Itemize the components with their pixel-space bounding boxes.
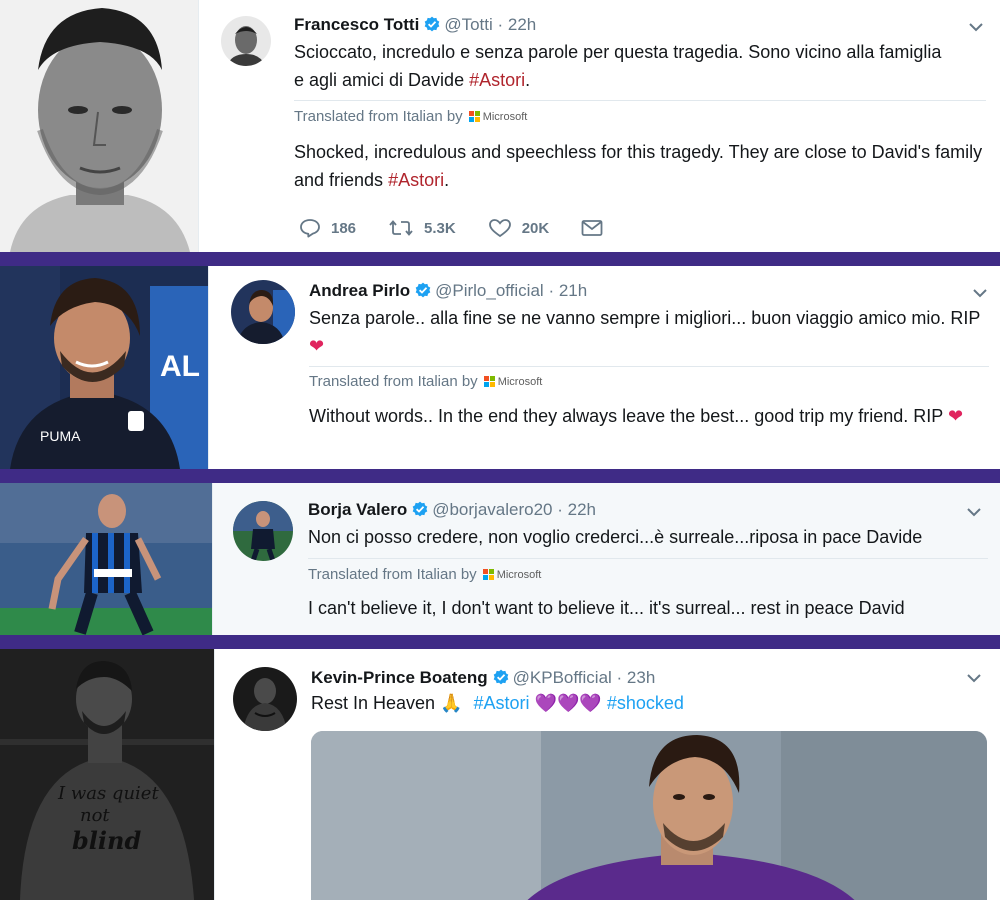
hashtag-link[interactable]: #Astori <box>474 693 530 713</box>
handle[interactable]: @Pirlo_official <box>435 281 544 300</box>
tweet-body: Senza parole.. alla fine se ne vanno sem… <box>309 308 981 328</box>
tattoo-line-1: I was quiet <box>57 783 159 804</box>
display-name[interactable]: Francesco Totti <box>294 15 419 34</box>
retweet-button[interactable]: 5.3K <box>388 218 456 238</box>
tweet-row-totti: Francesco Totti @Totti · 22h Scioccato, i… <box>0 0 1000 252</box>
translated-from-label: Translated from Italian by <box>294 108 463 125</box>
tweet-row-valero: Borja Valero @borjavalero20 · 22h Non ci … <box>0 483 1000 635</box>
divider-line <box>294 100 986 101</box>
display-name[interactable]: Borja Valero <box>308 500 407 519</box>
display-name[interactable]: Kevin-Prince Boateng <box>311 668 488 687</box>
tweet-text: Non ci posso credere, non voglio crederc… <box>308 523 998 551</box>
verified-icon <box>412 501 428 523</box>
purple-hearts-emoji: 💜💜💜 <box>534 693 602 714</box>
photo-pirlo: AL PUMA <box>0 266 208 469</box>
like-button[interactable]: 20K <box>488 218 550 238</box>
divider-line <box>309 366 989 367</box>
microsoft-logo <box>483 376 495 387</box>
translation-attribution: Translated from Italian by Microsoft <box>309 373 542 390</box>
tweet-header: Kevin-Prince Boateng @KPBofficial · 23h <box>311 667 655 691</box>
like-icon <box>488 219 511 238</box>
section-divider <box>0 635 1000 649</box>
translation-body: I can't believe it, I don't want to beli… <box>308 598 905 618</box>
tweet-card[interactable]: Borja Valero @borjavalero20 · 22h Non ci … <box>212 483 1000 635</box>
tattoo-line-2: not <box>80 805 110 826</box>
tweet-row-boateng: I was quiet not blind Kevin-Prince Boate… <box>0 649 1000 900</box>
reply-count: 186 <box>331 219 357 237</box>
display-name[interactable]: Andrea Pirlo <box>309 281 410 300</box>
hashtag-link[interactable]: #Astori <box>388 170 444 190</box>
tweet-header: Andrea Pirlo @Pirlo_official · 21h <box>309 280 587 304</box>
translated-from-label: Translated from Italian by <box>309 373 478 390</box>
heart-emoji: ❤ <box>948 406 964 427</box>
photo-valero <box>0 483 212 635</box>
verified-icon <box>493 669 509 691</box>
tweet-text: Scioccato, incredulo e senza parole per … <box>294 38 954 94</box>
svg-text:PUMA: PUMA <box>40 428 81 444</box>
tattoo-line-3: blind <box>72 826 141 855</box>
handle[interactable]: @borjavalero20 <box>432 500 552 519</box>
handle[interactable]: @Totti <box>444 15 492 34</box>
tweet-media-image[interactable] <box>311 731 987 900</box>
handle[interactable]: @KPBofficial <box>513 668 612 687</box>
pray-emoji: 🙏 <box>440 693 463 714</box>
chevron-down-icon[interactable] <box>967 18 985 36</box>
message-icon <box>581 220 603 236</box>
tweet-body: Rest In Heaven <box>311 693 436 713</box>
tweet-card[interactable]: Francesco Totti @Totti · 22h Scioccato, i… <box>198 0 1000 252</box>
chevron-down-icon[interactable] <box>971 284 989 302</box>
avatar[interactable] <box>231 280 295 344</box>
avatar[interactable] <box>221 16 271 66</box>
like-count: 20K <box>521 219 550 237</box>
tweet-header: Francesco Totti @Totti · 22h <box>294 14 536 38</box>
microsoft-logo <box>482 569 494 580</box>
hashtag-link[interactable]: #Astori <box>469 70 525 90</box>
section-divider <box>0 469 1000 483</box>
divider-line <box>308 558 988 559</box>
svg-text:AL: AL <box>160 350 200 383</box>
tweet-text: Senza parole.. alla fine se ne vanno sem… <box>309 304 994 361</box>
timestamp[interactable]: · 21h <box>548 281 587 300</box>
timestamp[interactable]: · 22h <box>498 15 537 34</box>
section-divider <box>0 252 1000 266</box>
translator-name[interactable]: Microsoft <box>497 569 542 581</box>
tweet-actions: 186 5.3K 20K <box>299 218 645 238</box>
timestamp[interactable]: · 23h <box>617 668 656 687</box>
translator-name[interactable]: Microsoft <box>498 376 543 388</box>
tweet-row-pirlo: AL PUMA Andrea Pirlo @Pirlo_official · 21… <box>0 266 1000 469</box>
avatar[interactable] <box>233 667 297 731</box>
retweet-icon <box>389 220 413 236</box>
reply-icon <box>300 219 320 238</box>
verified-icon <box>424 16 440 38</box>
heart-emoji: ❤ <box>309 336 325 357</box>
tweet-card[interactable]: Andrea Pirlo @Pirlo_official · 21h Senza … <box>208 266 1000 469</box>
microsoft-logo <box>468 111 480 122</box>
chevron-down-icon[interactable] <box>965 669 983 687</box>
reply-button[interactable]: 186 <box>299 218 356 238</box>
timestamp[interactable]: · 22h <box>557 500 596 519</box>
chevron-down-icon[interactable] <box>965 503 983 521</box>
photo-totti <box>0 0 198 252</box>
translation-text: Without words.. In the end they always l… <box>309 402 999 431</box>
translation-body: Without words.. In the end they always l… <box>309 406 943 426</box>
tweet-body: Scioccato, incredulo e senza parole per … <box>294 42 942 90</box>
translation-text: I can't believe it, I don't want to beli… <box>308 594 998 622</box>
retweet-count: 5.3K <box>424 219 456 237</box>
translator-name[interactable]: Microsoft <box>483 111 528 123</box>
translated-from-label: Translated from Italian by <box>308 566 477 583</box>
avatar[interactable] <box>233 501 293 561</box>
tweet-trailing: . <box>525 70 531 90</box>
translation-attribution: Translated from Italian by Microsoft <box>308 566 541 583</box>
verified-icon <box>415 282 431 304</box>
tweet-body: Non ci posso credere, non voglio crederc… <box>308 527 923 547</box>
translation-attribution: Translated from Italian by Microsoft <box>294 108 527 125</box>
hashtag-link[interactable]: #shocked <box>607 693 684 713</box>
photo-boateng: I was quiet not blind <box>0 649 214 900</box>
tweet-header: Borja Valero @borjavalero20 · 22h <box>308 499 596 523</box>
direct-message-button[interactable] <box>581 219 613 237</box>
tweet-card[interactable]: Kevin-Prince Boateng @KPBofficial · 23h R… <box>214 649 1000 900</box>
translation-text: Shocked, incredulous and speechless for … <box>294 138 994 194</box>
tweet-text: Rest In Heaven 🙏 #Astori 💜💜💜 #shocked <box>311 689 1000 718</box>
translation-trailing: . <box>444 170 450 190</box>
